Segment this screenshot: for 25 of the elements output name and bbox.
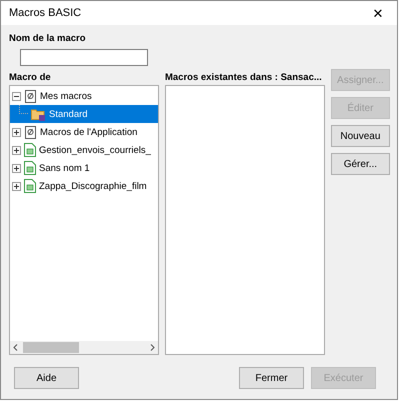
dialog-button[interactable]: Aide <box>14 367 79 389</box>
dialog-button[interactable]: Nouveau <box>330 125 390 147</box>
list-label: Macros existantes dans : Sansac... <box>164 72 322 83</box>
macro-name-field[interactable] <box>20 49 148 66</box>
tree-item[interactable]: Macros de l'Application <box>10 123 158 141</box>
scroll-left-icon[interactable] <box>13 344 18 351</box>
tree-item[interactable]: Gestion_envois_courriels_ <box>10 141 158 159</box>
spreadsheet-icon <box>24 143 36 157</box>
list-label: Macro de <box>9 72 51 83</box>
book-icon <box>24 90 37 102</box>
scroll-right-icon[interactable] <box>150 344 155 351</box>
folder-icon <box>31 108 46 120</box>
tree-item[interactable]: Standard <box>10 105 158 123</box>
tree-item[interactable]: Sans nom 1 <box>10 159 158 177</box>
tree-item[interactable]: Zappa_Discographie_film <box>10 177 158 195</box>
horizontal-scrollbar[interactable] <box>10 341 158 354</box>
window-title: Macros BASIC <box>9 7 82 19</box>
dialog-button[interactable]: Gérer... <box>330 153 390 175</box>
dialog-button[interactable]: Fermer <box>239 367 304 389</box>
tree-item[interactable]: Mes macros <box>10 87 158 105</box>
spreadsheet-icon <box>24 161 36 175</box>
spreadsheet-icon <box>24 179 36 193</box>
close-icon[interactable]: ✕ <box>367 6 389 20</box>
field-label: Nom de la macro <box>9 33 87 44</box>
book-icon <box>24 126 37 138</box>
